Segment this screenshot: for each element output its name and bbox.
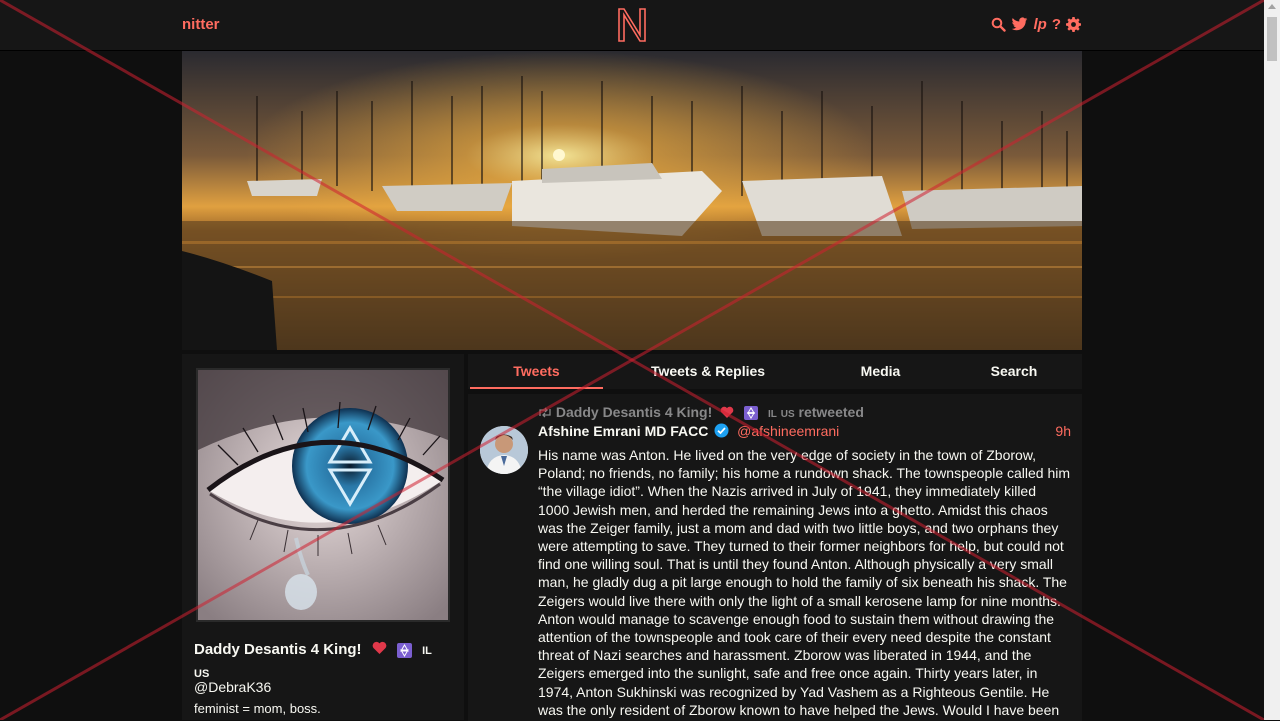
tab-media[interactable]: Media [828, 354, 933, 389]
scroll-up-icon[interactable] [1268, 4, 1276, 9]
star-of-david-icon [396, 642, 412, 658]
lp-icon[interactable]: lp [1033, 15, 1046, 33]
profile-card: Daddy Desantis 4 King! IL US @DebraK36 f… [182, 354, 464, 720]
twitter-bird-icon[interactable] [1011, 15, 1028, 33]
tweet-username[interactable]: @afshineemrani [737, 423, 839, 439]
heart-icon [372, 639, 387, 661]
timeline: Daddy Desantis 4 King! IL US retweeted A… [468, 393, 1082, 721]
verified-icon [714, 423, 729, 441]
nitter-logo-icon[interactable] [616, 6, 648, 44]
flag-il-icon: IL [422, 645, 432, 657]
tweet-content: His name was Anton. He lived on the very… [538, 447, 1071, 718]
retweet-header[interactable]: Daddy Desantis 4 King! IL US retweeted [538, 404, 864, 421]
tab-search[interactable]: Search [968, 354, 1060, 389]
tab-tweets-replies[interactable]: Tweets & Replies [628, 354, 788, 389]
tab-tweets[interactable]: Tweets [470, 354, 603, 389]
timeline-tabs: Tweets Tweets & Replies Media Search [468, 354, 1082, 389]
scroll-thumb[interactable] [1267, 17, 1277, 61]
nav-icons: lp ? [991, 15, 1081, 33]
tweet-header: Afshine Emrani MD FACC @afshineemrani 9h [538, 423, 1071, 441]
profile-fullname-text: Daddy Desantis 4 King! [194, 641, 362, 658]
scrollbar[interactable] [1264, 0, 1280, 720]
navbar: nitter lp ? [0, 0, 1264, 51]
profile-bio: feminist = mom, boss. [194, 701, 321, 716]
retweet-icon [538, 405, 552, 421]
search-icon[interactable] [991, 15, 1007, 33]
profile-banner[interactable] [182, 51, 1082, 350]
heart-icon-small [720, 405, 734, 421]
retweet-by: Daddy Desantis 4 King! [555, 404, 713, 420]
tweet-date[interactable]: 9h [1055, 423, 1071, 439]
flag-us-small: US [780, 409, 795, 420]
tweet-avatar[interactable] [480, 426, 528, 474]
star-of-david-icon-small [744, 406, 759, 421]
gear-icon[interactable] [1066, 15, 1081, 33]
brand-link[interactable]: nitter [182, 16, 220, 33]
profile-avatar[interactable] [196, 368, 450, 622]
retweet-suffix: retweeted [798, 404, 864, 420]
help-icon[interactable]: ? [1052, 15, 1061, 33]
profile-username[interactable]: @DebraK36 [194, 679, 271, 695]
flag-il-small: IL [767, 409, 777, 420]
tweet-fullname[interactable]: Afshine Emrani MD FACC [538, 423, 708, 439]
